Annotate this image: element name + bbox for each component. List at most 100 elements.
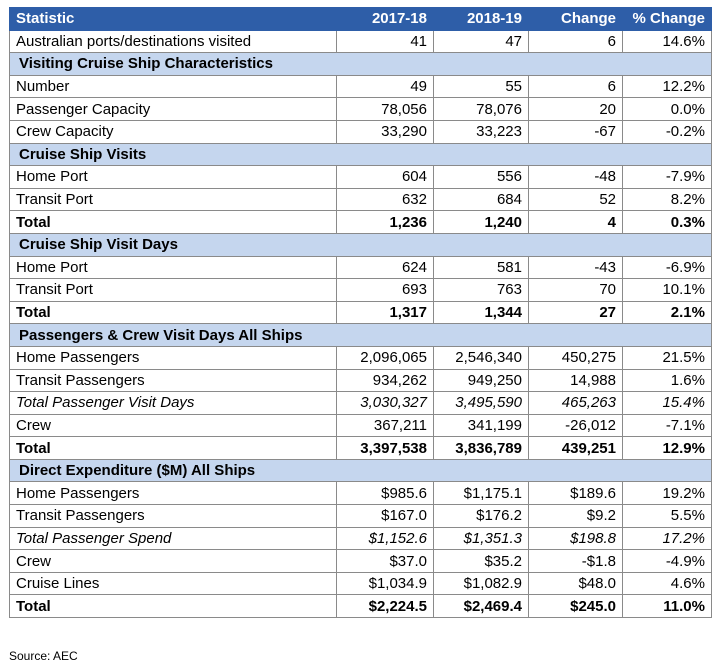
table-row: Passenger Capacity 78,056 78,076 20 0.0% xyxy=(9,97,712,121)
cruise-statistics-table: Statistic 2017-18 2018-19 Change % Chang… xyxy=(9,7,712,619)
value-2017-18: $2,224.5 xyxy=(336,594,434,619)
table-row: Transit Port 632 684 52 8.2% xyxy=(9,187,712,212)
row-label: Total xyxy=(9,594,337,619)
section-header-row: Visiting Cruise Ship Characteristics xyxy=(9,52,712,76)
change-value: $9.2 xyxy=(528,504,623,528)
row-label: Cruise Lines xyxy=(9,571,337,596)
value-2017-18: 41 xyxy=(336,29,434,54)
pct-change-value: 12.2% xyxy=(622,74,712,99)
value-2017-18: $985.6 xyxy=(336,481,434,506)
pct-change-value: 0.0% xyxy=(622,97,712,121)
value-2018-19: 763 xyxy=(433,278,529,302)
change-value: -26,012 xyxy=(528,413,623,438)
total-row: Total 3,397,538 3,836,789 439,251 12.9% xyxy=(9,436,712,460)
header-row: Statistic 2017-18 2018-19 Change % Chang… xyxy=(9,7,712,31)
pct-change-value: 17.2% xyxy=(622,526,712,551)
value-2018-19: $176.2 xyxy=(433,504,529,528)
pct-change-value: -4.9% xyxy=(622,549,712,573)
row-label: Total Passenger Visit Days xyxy=(9,391,337,415)
section-title: Direct Expenditure ($M) All Ships xyxy=(9,458,712,483)
change-value: 450,275 xyxy=(528,345,623,370)
row-label: Crew xyxy=(9,413,337,438)
value-2017-18: 3,397,538 xyxy=(336,436,434,460)
value-2017-18: 367,211 xyxy=(336,413,434,438)
change-value: -67 xyxy=(528,119,623,144)
pct-change-value: -7.9% xyxy=(622,165,712,189)
change-value: 6 xyxy=(528,74,623,99)
value-2017-18: 934,262 xyxy=(336,368,434,393)
table-row: Crew 367,211 341,199 -26,012 -7.1% xyxy=(9,413,712,438)
column-header-2018-19: 2018-19 xyxy=(433,7,529,31)
value-2017-18: 1,317 xyxy=(336,300,434,325)
table-row: Number 49 55 6 12.2% xyxy=(9,74,712,99)
value-2018-19: 3,836,789 xyxy=(433,436,529,460)
value-2017-18: 33,290 xyxy=(336,119,434,144)
table-row: Transit Port 693 763 70 10.1% xyxy=(9,278,712,302)
row-label: Passenger Capacity xyxy=(9,97,337,121)
value-2017-18: $167.0 xyxy=(336,504,434,528)
table-row: Home Passengers $985.6 $1,175.1 $189.6 19.2% xyxy=(9,481,712,506)
section-header-row: Cruise Ship Visits xyxy=(9,142,712,167)
column-header-change: Change xyxy=(528,7,623,31)
pct-change-value: 15.4% xyxy=(622,391,712,415)
value-2017-18: 78,056 xyxy=(336,97,434,121)
value-2018-19: 2,546,340 xyxy=(433,345,529,370)
table-row: Home Port 624 581 -43 -6.9% xyxy=(9,255,712,280)
pct-change-value: 14.6% xyxy=(622,29,712,54)
pct-change-value: 19.2% xyxy=(622,481,712,506)
table-row: Crew $37.0 $35.2 -$1.8 -4.9% xyxy=(9,549,712,573)
page: Statistic 2017-18 2018-19 Change % Chang… xyxy=(0,0,720,672)
change-value: $198.8 xyxy=(528,526,623,551)
row-label: Number xyxy=(9,74,337,99)
total-row: Total $2,224.5 $2,469.4 $245.0 11.0% xyxy=(9,594,712,619)
value-2018-19: 55 xyxy=(433,74,529,99)
value-2018-19: $1,351.3 xyxy=(433,526,529,551)
table-row: Total Passenger Visit Days 3,030,327 3,495… xyxy=(9,391,712,415)
change-value: 52 xyxy=(528,187,623,212)
section-title: Passengers & Crew Visit Days All Ships xyxy=(9,323,712,347)
value-2018-19: 556 xyxy=(433,165,529,189)
section-title: Cruise Ship Visits xyxy=(9,142,712,167)
total-row: Total 1,317 1,344 27 2.1% xyxy=(9,300,712,325)
value-2017-18: 624 xyxy=(336,255,434,280)
value-2018-19: 684 xyxy=(433,187,529,212)
change-value: $48.0 xyxy=(528,571,623,596)
value-2017-18: 2,096,065 xyxy=(336,345,434,370)
table-row: Crew Capacity 33,290 33,223 -67 -0.2% xyxy=(9,119,712,144)
change-value: 70 xyxy=(528,278,623,302)
table-row: Australian ports/destinations visited 41 4… xyxy=(9,29,712,54)
column-header-statistic: Statistic xyxy=(9,7,337,31)
change-value: 14,988 xyxy=(528,368,623,393)
section-header-row: Cruise Ship Visit Days xyxy=(9,232,712,257)
pct-change-value: 2.1% xyxy=(622,300,712,325)
column-header-2017-18: 2017-18 xyxy=(336,7,434,31)
change-value: -$1.8 xyxy=(528,549,623,573)
change-value: 439,251 xyxy=(528,436,623,460)
change-value: 27 xyxy=(528,300,623,325)
table-row: Total Passenger Spend $1,152.6 $1,351.3 $19… xyxy=(9,526,712,551)
table-row: Transit Passengers $167.0 $176.2 $9.2 5.5% xyxy=(9,504,712,528)
value-2017-18: 604 xyxy=(336,165,434,189)
row-label: Transit Port xyxy=(9,187,337,212)
value-2017-18: 49 xyxy=(336,74,434,99)
pct-change-value: 8.2% xyxy=(622,187,712,212)
row-label: Transit Passengers xyxy=(9,368,337,393)
row-label: Home Port xyxy=(9,165,337,189)
section-header-row: Direct Expenditure ($M) All Ships xyxy=(9,458,712,483)
value-2018-19: $35.2 xyxy=(433,549,529,573)
total-row: Total 1,236 1,240 4 0.3% xyxy=(9,210,712,234)
value-2018-19: 3,495,590 xyxy=(433,391,529,415)
row-label: Transit Port xyxy=(9,278,337,302)
table-row: Transit Passengers 934,262 949,250 14,988 1.… xyxy=(9,368,712,393)
pct-change-value: 0.3% xyxy=(622,210,712,234)
section-title: Visiting Cruise Ship Characteristics xyxy=(9,52,712,76)
value-2018-19: 341,199 xyxy=(433,413,529,438)
source-note: Source: AEC xyxy=(9,649,78,663)
value-2017-18: $1,152.6 xyxy=(336,526,434,551)
value-2017-18: 1,236 xyxy=(336,210,434,234)
row-label: Total xyxy=(9,300,337,325)
row-label: Australian ports/destinations visited xyxy=(9,29,337,54)
row-label: Home Passengers xyxy=(9,345,337,370)
section-title: Cruise Ship Visit Days xyxy=(9,232,712,257)
column-header-pct-change: % Change xyxy=(622,7,712,31)
